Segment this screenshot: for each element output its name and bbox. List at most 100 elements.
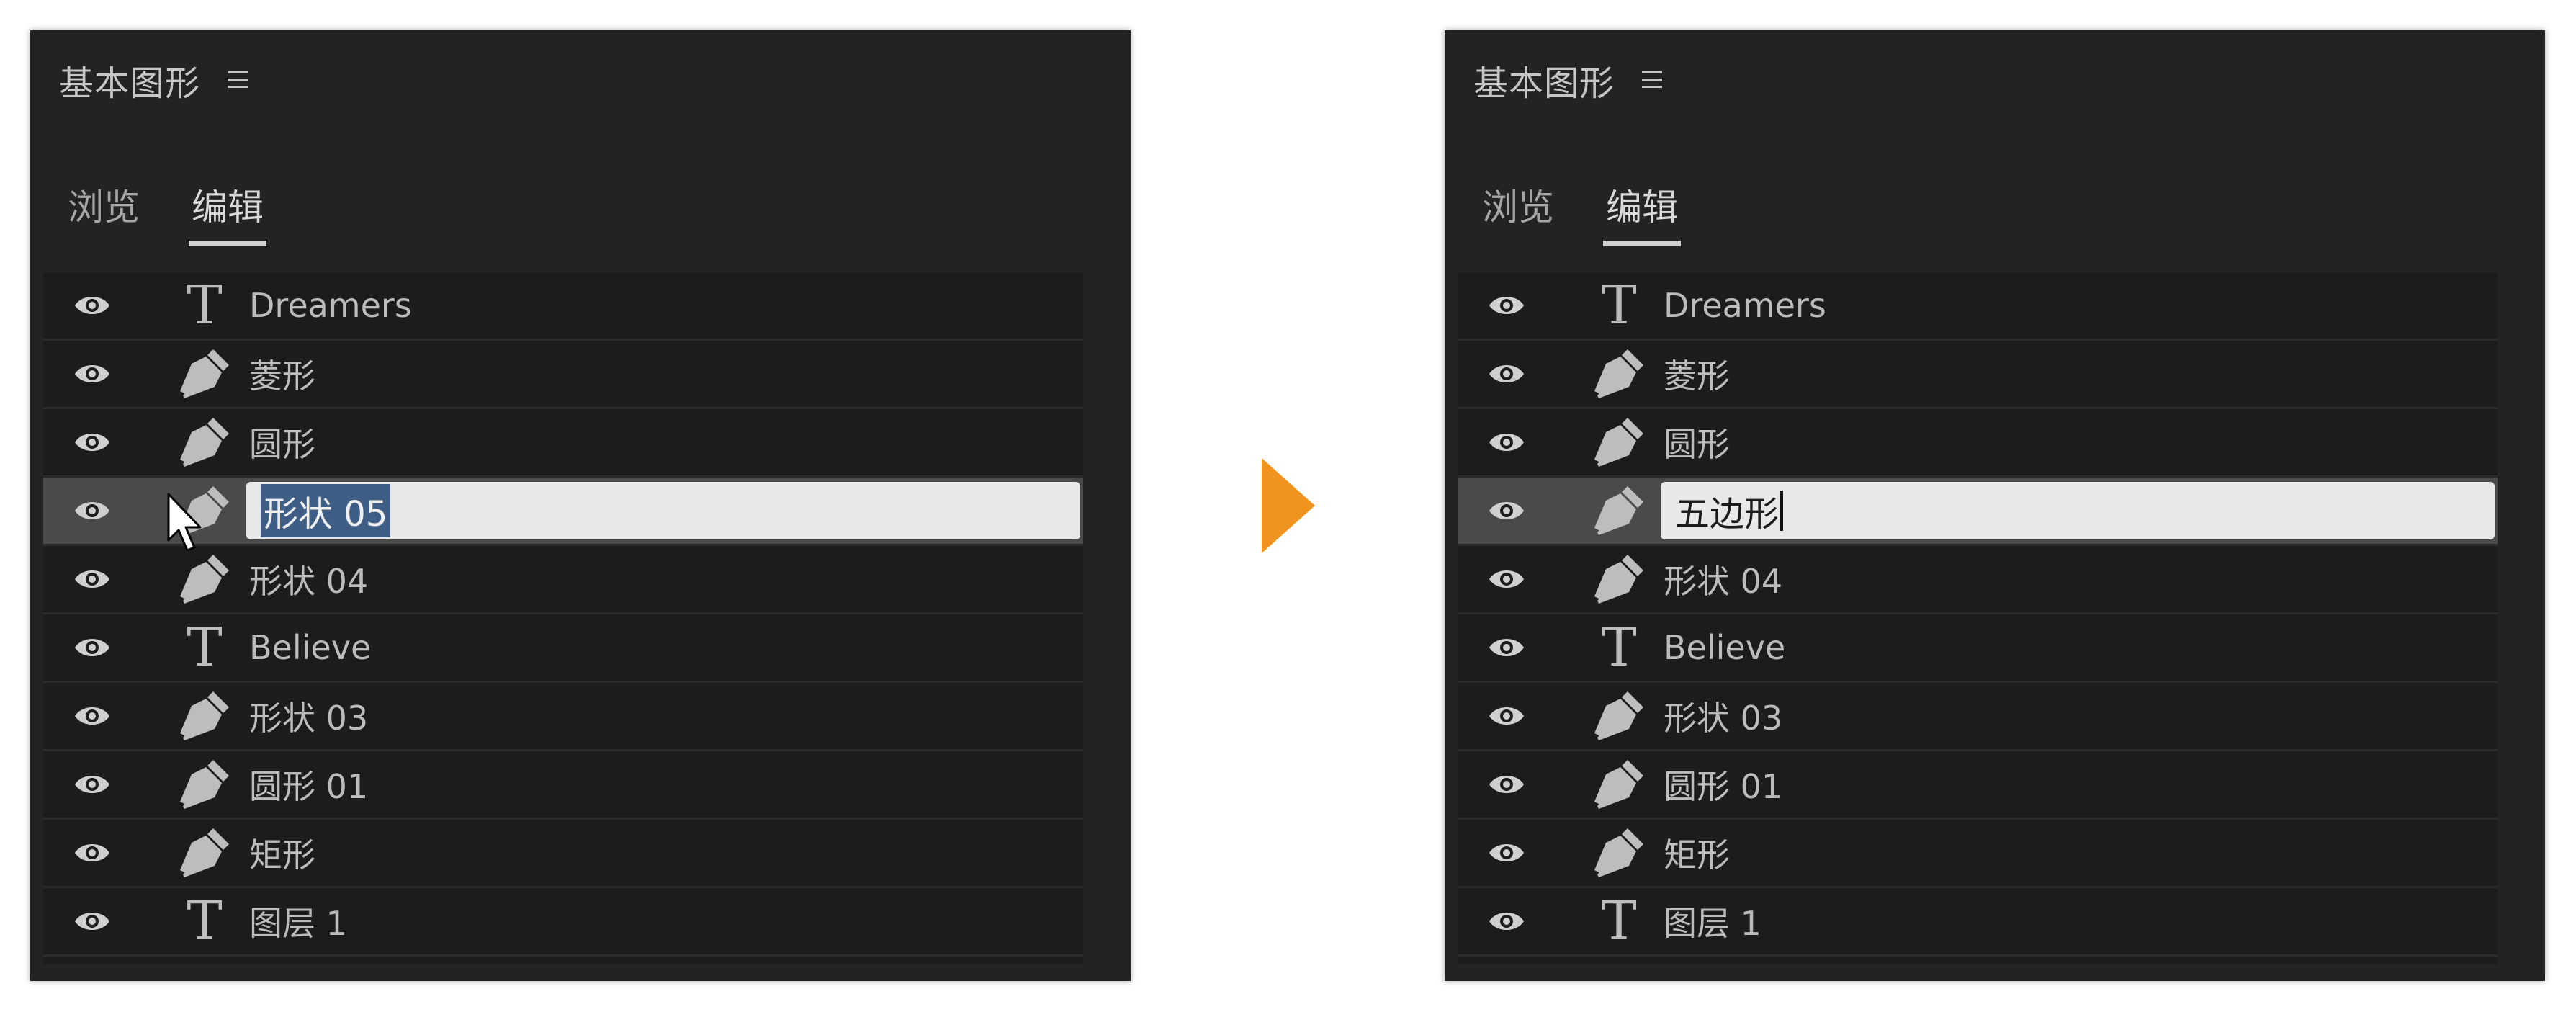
- essential-graphics-panel-after: 基本图形 浏览 编辑 T Dreamers 菱形圆形五边形形状 04 T Believe…: [1445, 30, 2545, 981]
- layer-name: 圆形: [249, 425, 315, 464]
- layer-row[interactable]: T Dreamers: [43, 272, 1083, 341]
- layer-row[interactable]: 形状 04: [1458, 546, 2498, 614]
- layer-row[interactable]: 圆形 01: [1458, 751, 2498, 820]
- layer-rename-input[interactable]: 形状 05: [246, 482, 1080, 539]
- layer-row[interactable]: T 图层 1: [43, 888, 1083, 957]
- layer-row[interactable]: 圆形: [43, 409, 1083, 478]
- layer-name: 菱形: [249, 357, 315, 395]
- visibility-eye-icon[interactable]: [1488, 359, 1525, 388]
- pen-shape-icon: [1592, 689, 1646, 743]
- panel-tabs: 浏览 编辑: [1479, 154, 1681, 255]
- panel-header: 基本图形: [1473, 40, 1664, 120]
- tab-browse[interactable]: 浏览: [1479, 154, 1557, 255]
- layer-row[interactable]: 形状 04: [43, 546, 1083, 614]
- pen-shape-icon: [177, 689, 232, 743]
- visibility-eye-icon[interactable]: [73, 291, 111, 320]
- text-caret: [1780, 491, 1784, 531]
- panel-tabs: 浏览 编辑: [65, 154, 266, 255]
- tab-edit[interactable]: 编辑: [189, 154, 266, 255]
- text-layer-icon: T: [1601, 274, 1637, 336]
- layer-name: 矩形: [1664, 836, 1730, 874]
- pen-shape-icon: [177, 415, 232, 470]
- layer-row[interactable]: 菱形: [1458, 341, 2498, 409]
- visibility-eye-icon[interactable]: [73, 907, 111, 936]
- layer-row[interactable]: 菱形: [43, 341, 1083, 409]
- layer-name: 菱形: [1664, 357, 1730, 395]
- active-tab-underline: [189, 241, 266, 246]
- layer-row[interactable]: 形状 03: [1458, 683, 2498, 751]
- pen-shape-icon: [177, 346, 232, 401]
- layer-row[interactable]: 五边形: [1458, 478, 2498, 546]
- panel-title: 基本图形: [59, 63, 201, 104]
- tab-browse[interactable]: 浏览: [65, 154, 143, 255]
- layer-name: 圆形 01: [1664, 767, 1783, 806]
- visibility-eye-icon[interactable]: [1488, 565, 1525, 594]
- tab-label: 浏览: [1482, 187, 1554, 228]
- layer-row[interactable]: 矩形: [43, 820, 1083, 888]
- layer-name: 图层 1: [249, 904, 347, 943]
- layer-rename-input[interactable]: 五边形: [1661, 482, 2495, 539]
- visibility-eye-icon[interactable]: [1488, 291, 1525, 320]
- layer-name-text: 形状 05: [261, 484, 391, 537]
- visibility-eye-icon[interactable]: [1488, 702, 1525, 730]
- layer-row[interactable]: 形状 03: [43, 683, 1083, 751]
- visibility-eye-icon[interactable]: [73, 565, 111, 594]
- visibility-eye-icon[interactable]: [73, 359, 111, 388]
- pen-shape-icon: [1592, 757, 1646, 812]
- layer-name-text: 五边形: [1675, 494, 1780, 534]
- layer-name: 形状 03: [249, 699, 369, 738]
- layer-name: 圆形 01: [249, 767, 369, 806]
- pen-shape-icon: [177, 825, 232, 880]
- visibility-eye-icon[interactable]: [1488, 428, 1525, 457]
- layer-row[interactable]: 圆形: [1458, 409, 2498, 478]
- visibility-eye-icon[interactable]: [1488, 838, 1525, 867]
- text-layer-icon: T: [187, 617, 223, 679]
- panel-header: 基本图形: [59, 40, 249, 120]
- mouse-cursor-icon: [167, 493, 202, 552]
- visibility-eye-icon[interactable]: [1488, 633, 1525, 662]
- layer-row[interactable]: T Believe: [43, 614, 1083, 683]
- layer-row[interactable]: T 图层 1: [1458, 888, 2498, 957]
- layer-name: 图层 1: [1664, 904, 1762, 943]
- pen-shape-icon: [1592, 415, 1646, 470]
- layer-name: 形状 04: [1664, 562, 1783, 601]
- visibility-eye-icon[interactable]: [73, 633, 111, 662]
- pen-shape-icon: [177, 552, 232, 606]
- visibility-eye-icon[interactable]: [73, 496, 111, 525]
- visibility-eye-icon[interactable]: [73, 770, 111, 799]
- text-layer-icon: T: [1601, 617, 1637, 679]
- visibility-eye-icon[interactable]: [73, 838, 111, 867]
- visibility-eye-icon[interactable]: [1488, 907, 1525, 936]
- pen-shape-icon: [1592, 483, 1646, 538]
- hamburger-menu-icon[interactable]: [1641, 60, 1664, 100]
- text-layer-icon: T: [187, 890, 223, 952]
- layer-list: T Dreamers 菱形圆形五边形形状 04 T Believe 形状 03 圆形 01 矩…: [1458, 272, 2498, 964]
- pen-shape-icon: [1592, 346, 1646, 401]
- hamburger-menu-icon[interactable]: [226, 60, 249, 100]
- visibility-eye-icon[interactable]: [1488, 770, 1525, 799]
- pen-shape-icon: [1592, 552, 1646, 606]
- pen-shape-icon: [1592, 825, 1646, 880]
- visibility-eye-icon[interactable]: [73, 702, 111, 730]
- layer-name: 形状 04: [249, 562, 369, 601]
- tab-label: 编辑: [1606, 187, 1678, 228]
- layer-name: 形状 03: [1664, 699, 1783, 738]
- visibility-eye-icon[interactable]: [73, 428, 111, 457]
- tab-label: 编辑: [192, 187, 264, 228]
- layer-row[interactable]: T Dreamers: [1458, 272, 2498, 341]
- tab-label: 浏览: [68, 187, 140, 228]
- panel-title: 基本图形: [1473, 63, 1615, 104]
- layer-name: Dreamers: [249, 286, 412, 325]
- layer-row[interactable]: 矩形: [1458, 820, 2498, 888]
- layer-row[interactable]: T Believe: [1458, 614, 2498, 683]
- visibility-eye-icon[interactable]: [1488, 496, 1525, 525]
- layer-list: T Dreamers 菱形圆形形状 05 形状 04 T Believe 形状 03 圆形 0…: [43, 272, 1083, 964]
- transition-arrow-icon: [1262, 458, 1315, 553]
- pen-shape-icon: [177, 757, 232, 812]
- text-layer-icon: T: [1601, 890, 1637, 952]
- tab-edit[interactable]: 编辑: [1603, 154, 1681, 255]
- text-layer-icon: T: [187, 274, 223, 336]
- layer-name: Dreamers: [1664, 286, 1826, 325]
- layer-row[interactable]: 圆形 01: [43, 751, 1083, 820]
- layer-name: 矩形: [249, 836, 315, 874]
